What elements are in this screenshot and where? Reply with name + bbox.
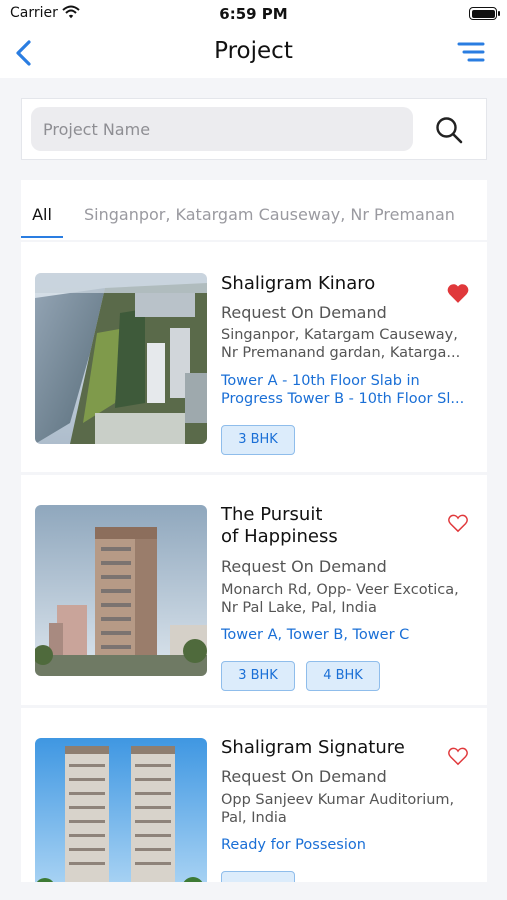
tab-all[interactable]: All xyxy=(21,180,63,240)
project-address-line1: Singanpor, Katargam Causeway, xyxy=(221,327,458,343)
tab-all-label: All xyxy=(32,205,52,224)
clock: 6:59 PM xyxy=(219,5,288,23)
project-photo xyxy=(35,505,207,676)
bhk-badge: 4 BHK xyxy=(306,661,380,691)
project-progress-line2: Progress Tower B - 10th Floor Sl... xyxy=(221,391,465,407)
project-address-line2: Nr Premanand gardan, Katarga... xyxy=(221,345,461,361)
project-address-line1: Opp Sanjeev Kumar Auditorium, xyxy=(221,792,455,808)
search-icon[interactable] xyxy=(434,115,464,145)
project-name-line1: The Pursuit xyxy=(221,504,323,525)
page-title: Project xyxy=(214,38,293,64)
location-tabs: All Singanpor, Katargam Causeway, Nr Pre… xyxy=(21,180,487,240)
tab-singanpor[interactable]: Singanpor, Katargam Causeway, Nr Premana… xyxy=(84,180,455,240)
project-progress-line1: Tower A, Tower B, Tower C xyxy=(221,627,410,643)
heart-filled-icon[interactable] xyxy=(447,283,469,303)
heart-outline-icon[interactable] xyxy=(447,513,469,533)
bhk-badge: 3 BHK xyxy=(221,661,295,691)
search-bar xyxy=(21,98,487,160)
project-photo xyxy=(35,273,207,444)
project-card[interactable]: Shaligram Signature Request On Demand Op… xyxy=(21,708,487,882)
project-name: Shaligram Kinaro xyxy=(221,273,376,294)
project-address-line2: Pal, India xyxy=(221,810,287,826)
bhk-badge: 3 BHK xyxy=(221,425,295,455)
project-name: Shaligram Signature xyxy=(221,737,405,758)
project-address-line1: Monarch Rd, Opp- Veer Excotica, xyxy=(221,582,459,598)
project-card[interactable]: The Pursuit of Happiness Request On Dema… xyxy=(21,475,487,705)
heart-outline-icon[interactable] xyxy=(447,746,469,766)
nav-bar: Project xyxy=(0,28,507,78)
project-progress-line1: Tower A - 10th Floor Slab in xyxy=(221,373,420,389)
project-name-search-input[interactable] xyxy=(31,107,413,151)
filter-menu-icon[interactable] xyxy=(457,40,485,64)
project-status: Request On Demand xyxy=(221,303,387,322)
tab-selected-indicator xyxy=(21,236,63,238)
project-photo xyxy=(35,738,207,882)
bhk-badge xyxy=(221,871,295,882)
project-name-line2: of Happiness xyxy=(221,526,338,547)
project-card[interactable]: Shaligram Kinaro Request On Demand Singa… xyxy=(21,242,487,472)
project-list[interactable]: Shaligram Kinaro Request On Demand Singa… xyxy=(21,242,487,882)
project-status: Request On Demand xyxy=(221,557,387,576)
status-bar: Carrier 6:59 PM xyxy=(0,0,507,28)
project-address-line2: Nr Pal Lake, Pal, India xyxy=(221,600,377,616)
project-status: Request On Demand xyxy=(221,767,387,786)
battery-icon xyxy=(469,7,500,20)
project-progress-line1: Ready for Possesion xyxy=(221,837,366,853)
